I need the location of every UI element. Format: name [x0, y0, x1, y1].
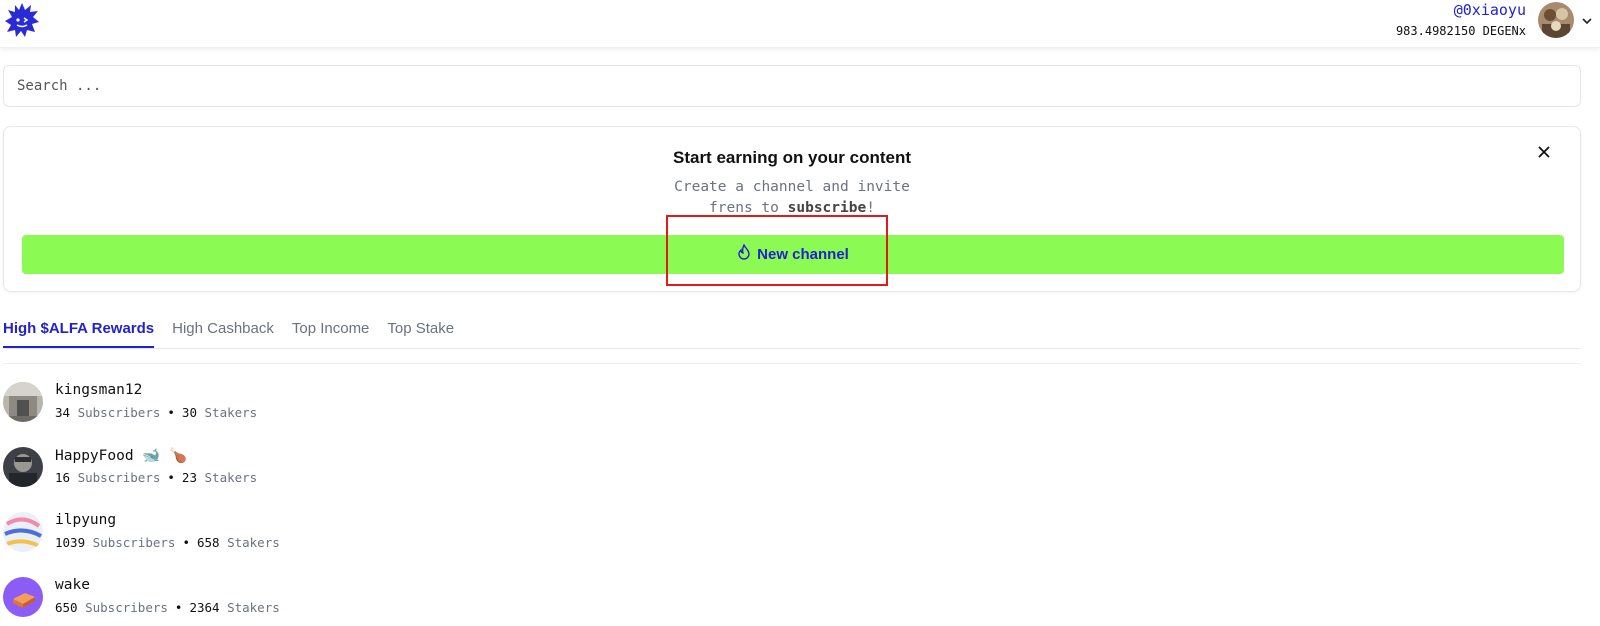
channel-name: wake: [55, 577, 90, 593]
channel-stats: 1039 Subscribers • 658 Stakers: [55, 535, 280, 550]
tab-top-income[interactable]: Top Income: [292, 320, 370, 348]
staker-count: 23: [181, 470, 197, 485]
new-channel-label: New channel: [757, 246, 849, 263]
separator-dot: •: [182, 535, 190, 550]
subscribers-label: Subscribers: [92, 535, 176, 550]
avatar[interactable]: [1538, 2, 1574, 38]
list-item[interactable]: kingsman12 34 Subscribers • 30 Stakers: [3, 378, 1581, 443]
channel-list: kingsman12 34 Subscribers • 30 Stakers Hap…: [3, 378, 1581, 626]
staker-count: 658: [196, 535, 220, 550]
tab-high-alfa-rewards[interactable]: High $ALFA Rewards: [3, 320, 155, 348]
tab-high-cashback[interactable]: High Cashback: [172, 320, 274, 348]
subscribers-label: Subscribers: [77, 405, 161, 420]
subscriber-count: 16: [55, 470, 71, 485]
tabs-divider: [3, 348, 1581, 349]
staker-count: 2364: [189, 600, 220, 615]
avatar: [3, 382, 43, 422]
spiky-mascot-logo-icon[interactable]: [4, 2, 40, 38]
new-channel-button[interactable]: New channel: [22, 235, 1564, 274]
stakers-label: Stakers: [227, 600, 280, 615]
username[interactable]: @0xiaoyu: [1396, 0, 1526, 20]
close-icon[interactable]: [1536, 144, 1552, 160]
avatar: [3, 447, 43, 487]
promo-card: Start earning on your content Create a c…: [3, 126, 1581, 292]
promo-subtitle-line1: Create a channel and invite: [674, 179, 910, 195]
promo-subtitle-bold: subscribe: [787, 200, 867, 216]
promo-subtitle-line2: frens to subscribe!: [4, 198, 1580, 219]
stakers-label: Stakers: [227, 535, 280, 550]
search-input[interactable]: [4, 66, 1580, 106]
subscriber-count: 650: [55, 600, 78, 615]
avatar: [3, 577, 43, 617]
staker-count: 30: [181, 405, 197, 420]
subscriber-count: 1039: [55, 535, 86, 550]
channel-stats: 650 Subscribers • 2364 Stakers: [55, 600, 280, 615]
channel-name: kingsman12: [55, 382, 143, 398]
user-account[interactable]: @0xiaoyu 983.4982150 DEGENx: [1396, 0, 1526, 40]
top-header: @0xiaoyu 983.4982150 DEGENx: [0, 0, 1600, 48]
tab-bar: High $ALFA Rewards High Cashback Top Inc…: [3, 320, 472, 348]
search-bar: [3, 65, 1581, 107]
subscriber-count: 34: [55, 405, 71, 420]
flame-icon: [737, 243, 751, 265]
promo-title: Start earning on your content: [672, 148, 912, 167]
token-balance: 983.4982150 DEGENx: [1395, 24, 1526, 38]
subscribers-label: Subscribers: [85, 600, 168, 615]
promo-subtitle: Create a channel and invite frens to sub…: [4, 177, 1580, 219]
stakers-label: Stakers: [204, 470, 258, 485]
chevron-down-icon[interactable]: [1580, 14, 1594, 28]
list-item[interactable]: ilpyung 1039 Subscribers • 658 Stakers: [3, 508, 1581, 573]
channel-stats: 34 Subscribers • 30 Stakers: [55, 405, 257, 420]
separator-dot: •: [167, 470, 175, 485]
list-divider: [3, 363, 1581, 364]
separator-dot: •: [167, 405, 175, 420]
list-item[interactable]: wake 650 Subscribers • 2364 Stakers: [3, 573, 1581, 626]
promo-subtitle-suffix: !: [866, 200, 875, 216]
separator-dot: •: [174, 600, 183, 615]
channel-stats: 16 Subscribers • 23 Stakers: [55, 470, 257, 485]
avatar: [3, 512, 43, 552]
tab-top-stake[interactable]: Top Stake: [387, 320, 454, 348]
promo-subtitle-prefix: frens to: [709, 200, 788, 216]
channel-name: ilpyung: [55, 512, 117, 528]
stakers-label: Stakers: [204, 405, 258, 420]
list-item[interactable]: HappyFood 🐋 🍗 16 Subscribers • 23 Stakers: [3, 443, 1581, 508]
channel-name: HappyFood 🐋 🍗: [55, 448, 188, 464]
subscribers-label: Subscribers: [77, 470, 161, 485]
